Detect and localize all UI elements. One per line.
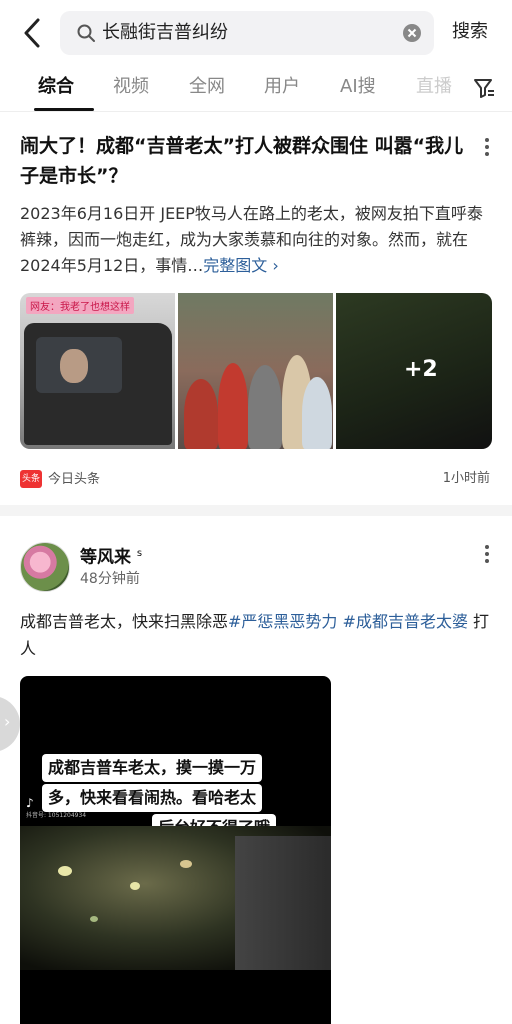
chevron-right-icon: ›	[4, 712, 11, 731]
avatar[interactable]	[20, 542, 70, 592]
clear-icon[interactable]	[402, 23, 422, 43]
tab-ai-search[interactable]: AI搜	[340, 74, 376, 100]
article-title[interactable]: 闹大了！成都“吉普老太”打人被群众围住 叫嚣“我儿子是市长”？	[20, 131, 470, 191]
post-video[interactable]: 成都吉普车老太，摸一摸一万 多，快来看看闹热。看哈老太 后台好不得了哦 ♪抖音号…	[20, 676, 331, 1024]
active-tab-indicator	[34, 108, 94, 111]
side-expand-tab[interactable]: ›	[0, 696, 20, 752]
hashtag-link[interactable]: #成都吉普老太婆	[343, 612, 468, 631]
tiktok-logo-icon: ♪	[26, 796, 34, 810]
username-text: 等风来	[80, 547, 131, 568]
post-text-plain: 成都吉普老太，快来扫黑除恶	[20, 612, 229, 631]
tiktok-id: 抖音号: 1051204934	[26, 812, 87, 819]
filter-icon[interactable]	[472, 76, 496, 100]
search-button[interactable]: 搜索	[452, 20, 488, 44]
crowd-image	[178, 329, 333, 449]
tab-live[interactable]: 直播	[416, 74, 452, 100]
article-card[interactable]: 闹大了！成都“吉普老太”打人被群众围住 叫嚣“我儿子是市长”？ 2023年6月1…	[0, 113, 512, 505]
article-summary: 2023年6月16日开 JEEP牧马人在路上的老太，被网友拍下直呼泰裤辣，因而一…	[20, 201, 490, 279]
search-input[interactable]: 长融街吉普纠纷	[102, 21, 228, 45]
post-text: 成都吉普老太，快来扫黑除恶#严惩黑恶势力 #成都吉普老太婆 打人	[20, 608, 490, 662]
top-bar: 长融街吉普纠纷 搜索	[0, 0, 512, 66]
article-image-crowd[interactable]	[178, 293, 333, 449]
more-images-count: +2	[404, 357, 438, 382]
source-name: 今日头条	[48, 472, 101, 487]
post-username[interactable]: 等风来 s	[80, 542, 142, 570]
user-badge: s	[136, 548, 143, 559]
tab-video[interactable]: 视频	[113, 74, 149, 100]
building-image	[235, 836, 331, 970]
toutiao-logo-icon: 头条	[20, 470, 43, 488]
more-options-icon[interactable]	[482, 137, 492, 157]
article-image-night[interactable]: +2	[336, 293, 492, 449]
tab-bar: 综合 视频 全网 用户 AI搜 直播	[0, 68, 512, 112]
article-image-car[interactable]: 网友：我老了也想这样	[20, 293, 175, 449]
hashtag-link[interactable]: #严惩黑恶势力	[228, 612, 337, 631]
post-time: 48分钟前	[80, 571, 140, 587]
article-images[interactable]: 网友：我老了也想这样 +2	[20, 293, 492, 449]
section-divider	[0, 505, 512, 516]
tab-comprehensive[interactable]: 综合	[38, 74, 74, 100]
tiktok-watermark: ♪ 抖音号: 1051204934	[26, 796, 86, 819]
tab-users[interactable]: 用户	[264, 74, 300, 100]
post-card[interactable]: 等风来 s 48分钟前 成都吉普老太，快来扫黑除恶#严惩黑恶势力 #成都吉普老太…	[0, 516, 512, 1024]
article-source[interactable]: 头条 今日头条	[20, 470, 100, 489]
video-caption-line: 成都吉普车老太，摸一摸一万	[42, 754, 263, 782]
tab-web[interactable]: 全网	[189, 74, 225, 100]
article-time: 1小时前	[442, 471, 490, 486]
search-box[interactable]: 长融街吉普纠纷	[60, 11, 434, 55]
image-caption-tag: 网友：我老了也想这样	[26, 297, 134, 314]
full-article-link[interactable]: 完整图文 ›	[203, 256, 279, 275]
jeep-image	[24, 323, 172, 445]
search-icon	[77, 24, 95, 42]
more-options-icon[interactable]	[482, 544, 492, 564]
back-arrow-icon[interactable]	[18, 16, 48, 50]
